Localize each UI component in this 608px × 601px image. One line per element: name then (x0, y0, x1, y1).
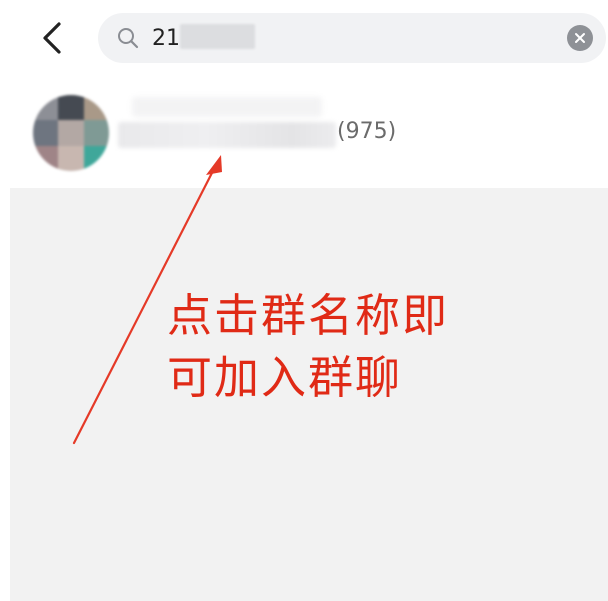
clear-search-button[interactable] (567, 25, 593, 51)
group-member-count: (975) (337, 119, 397, 144)
back-button[interactable] (30, 14, 74, 62)
annotation-line-1: 点击群名称即 (167, 289, 450, 342)
search-bar[interactable] (98, 13, 606, 63)
group-avatar (33, 95, 109, 171)
search-header (0, 0, 608, 80)
group-name-redaction-top (132, 97, 322, 117)
search-text-redaction (180, 24, 255, 49)
search-icon (118, 28, 139, 49)
clear-icon (575, 33, 585, 43)
group-search-screen: (975) 点击群名称即 可加入群聊 (0, 0, 608, 601)
chevron-left-icon (43, 22, 61, 54)
group-result-item[interactable]: (975) (0, 80, 608, 188)
annotation-text: 点击群名称即 可加入群聊 (167, 285, 527, 409)
annotation-line-2: 可加入群聊 (167, 351, 403, 404)
group-name-redaction (118, 122, 336, 148)
left-edge (0, 188, 10, 601)
